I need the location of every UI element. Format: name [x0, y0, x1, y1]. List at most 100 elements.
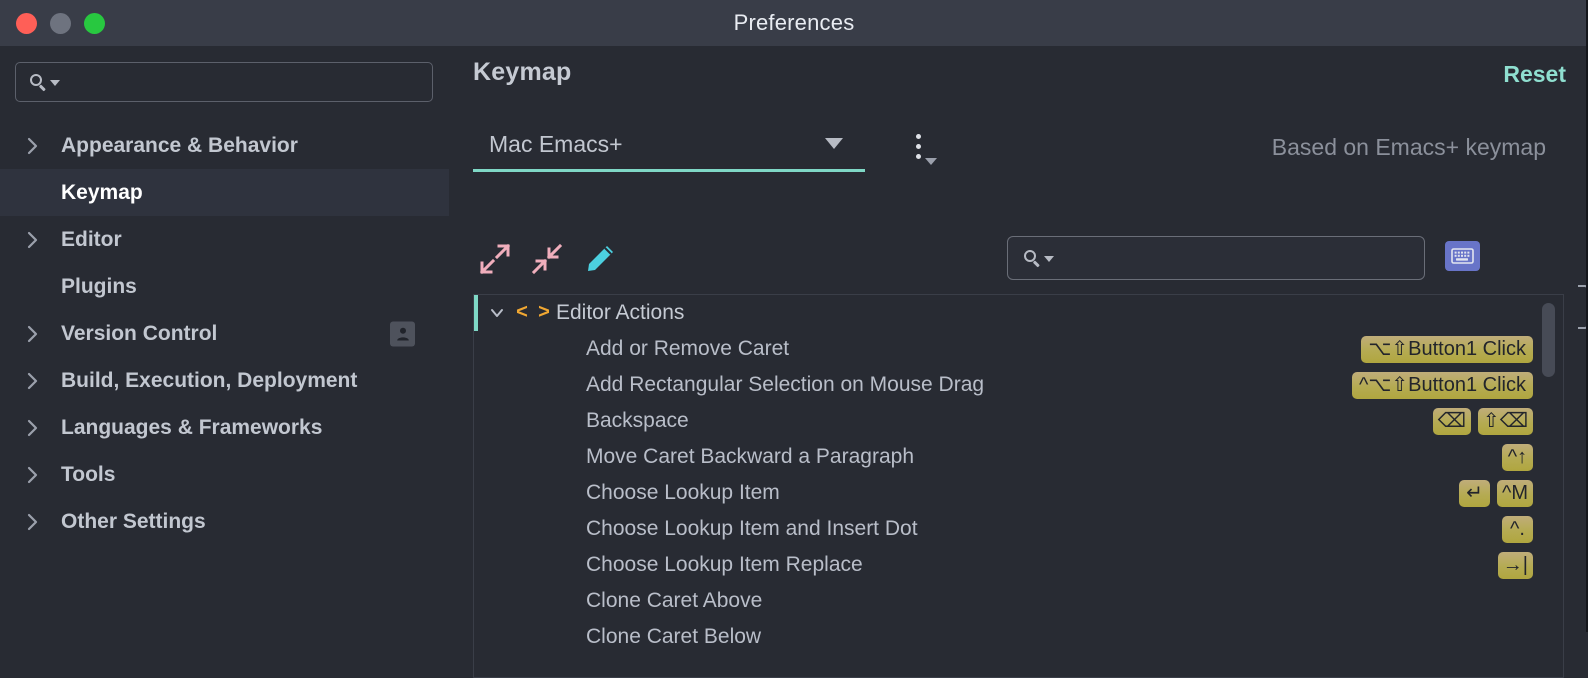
tree-action-row[interactable]: Add Rectangular Selection on Mouse Drag … — [474, 367, 1563, 403]
shortcut-badge[interactable]: ^. — [1502, 515, 1533, 543]
tree-action-row[interactable]: Choose Lookup Item Replace →| — [474, 547, 1563, 583]
chevron-right-icon[interactable] — [27, 466, 49, 484]
minimize-window-button[interactable] — [50, 12, 71, 34]
expand-all-icon[interactable] — [478, 242, 518, 282]
tree-row-shortcuts: ⌥⇧Button1 Click — [1361, 331, 1533, 367]
tree-group-row[interactable]: < > Editor Actions — [474, 295, 1563, 331]
traffic-light-controls — [16, 0, 105, 46]
chevron-down-icon — [925, 158, 937, 165]
page-title-wrap: Keymap — [473, 58, 571, 87]
edit-pencil-icon[interactable] — [583, 242, 623, 282]
shortcut-badge[interactable]: ^↑ — [1502, 443, 1533, 471]
kebab-dot-icon — [916, 134, 921, 139]
tree-action-row[interactable]: Backspace ⌫ ⇧⌫ — [474, 403, 1563, 439]
tree-action-row[interactable]: Choose Lookup Item and Insert Dot ^. — [474, 511, 1563, 547]
sidebar-item-languages-frameworks[interactable]: Languages & Frameworks — [0, 404, 449, 451]
tree-row-label: Choose Lookup Item — [586, 481, 780, 504]
shortcut-badge[interactable]: ⇧⌫ — [1477, 407, 1533, 435]
reset-button[interactable]: Reset — [1503, 61, 1566, 88]
keyboard-shortcut-filter-button[interactable] — [1445, 241, 1480, 271]
tree-action-row[interactable]: Clone Caret Below — [474, 619, 1563, 655]
keymap-search-input[interactable] — [1007, 236, 1425, 280]
tree-action-row[interactable]: Clone Caret Above — [474, 583, 1563, 619]
window-title: Preferences — [733, 10, 855, 35]
sidebar-item-label: Appearance & Behavior — [61, 133, 298, 157]
sidebar-item-label: Tools — [61, 462, 116, 486]
keymap-select[interactable]: Mac Emacs+ — [473, 120, 865, 172]
tree-row-shortcuts: ^↑ — [1502, 439, 1533, 475]
kebab-dot-icon — [916, 144, 921, 149]
shortcut-badge[interactable]: ^M — [1496, 479, 1533, 507]
sidebar-item-label: Version Control — [61, 321, 218, 345]
sidebar-item-label: Editor — [61, 227, 122, 251]
search-icon — [30, 73, 47, 91]
maximize-window-button[interactable] — [84, 12, 105, 34]
sidebar-item-other-settings[interactable]: Other Settings — [0, 498, 449, 545]
tree-row-shortcuts: ^. — [1502, 511, 1533, 547]
based-on-label: Based on Emacs+ keymap — [1271, 134, 1546, 160]
chevron-right-icon[interactable] — [27, 372, 49, 390]
tree-row-label: Choose Lookup Item and Insert Dot — [586, 517, 918, 540]
sidebar-item-editor[interactable]: Editor — [0, 216, 449, 263]
sidebar-item-tools[interactable]: Tools — [0, 451, 449, 498]
sidebar-search-input[interactable] — [15, 62, 433, 102]
tree-row-label: Add or Remove Caret — [586, 337, 790, 360]
chevron-right-icon[interactable] — [27, 137, 49, 155]
search-icon — [1024, 249, 1041, 267]
sidebar-item-version-control[interactable]: Version Control — [0, 310, 449, 357]
preferences-window: Preferences Appearance & Behavior Keymap — [0, 0, 1588, 678]
chevron-down-icon — [50, 80, 60, 86]
chevron-down-icon — [1044, 256, 1054, 262]
keymap-actions-tree[interactable]: < > Editor Actions Add or Remove Caret ⌥… — [473, 294, 1564, 678]
shortcut-badge[interactable]: ↵ — [1458, 479, 1490, 507]
tree-rows: < > Editor Actions Add or Remove Caret ⌥… — [474, 295, 1563, 655]
tree-row-label: Clone Caret Above — [586, 589, 763, 612]
tree-row-label: Clone Caret Below — [586, 625, 762, 648]
page-title: Keymap — [473, 58, 572, 86]
chevron-down-icon[interactable] — [489, 306, 505, 320]
tree-action-row[interactable]: Move Caret Backward a Paragraph ^↑ — [474, 439, 1563, 475]
tree-row-label: Move Caret Backward a Paragraph — [586, 445, 914, 468]
collapse-all-icon[interactable] — [530, 242, 570, 282]
sidebar-item-label: Build, Execution, Deployment — [61, 368, 358, 392]
sidebar-item-label: Languages & Frameworks — [61, 415, 323, 439]
chevron-right-icon[interactable] — [27, 325, 49, 343]
kebab-dot-icon — [916, 154, 921, 159]
shortcut-badge[interactable]: ⌥⇧Button1 Click — [1361, 335, 1533, 363]
user-icon — [390, 321, 415, 346]
close-window-button[interactable] — [16, 12, 37, 34]
code-brackets-icon: < > — [516, 302, 550, 325]
shortcut-badge[interactable]: →| — [1497, 551, 1533, 579]
chevron-right-icon[interactable] — [27, 231, 49, 249]
tree-action-row[interactable]: Add or Remove Caret ⌥⇧Button1 Click — [474, 331, 1563, 367]
tree-row-shortcuts: ⌫ ⇧⌫ — [1432, 403, 1533, 439]
title-bar: Preferences — [0, 0, 1588, 46]
keymap-panel: Keymap Reset Mac Emacs+ Based on Emacs+ … — [449, 46, 1588, 678]
tree-row-shortcuts: →| — [1497, 547, 1533, 583]
tree-row-label: Editor Actions — [556, 301, 685, 324]
tree-row-label: Choose Lookup Item Replace — [586, 553, 863, 576]
chevron-down-icon — [825, 138, 843, 149]
tree-action-row[interactable]: Choose Lookup Item ↵ ^M — [474, 475, 1563, 511]
sidebar-item-label: Keymap — [61, 180, 143, 204]
keymap-toolbar — [449, 232, 1588, 294]
sidebar-item-appearance-behavior[interactable]: Appearance & Behavior — [0, 122, 449, 169]
tree-row-shortcuts: ^⌥⇧Button1 Click — [1351, 367, 1533, 403]
sidebar-item-label: Other Settings — [61, 509, 206, 533]
tree-row-shortcuts: ↵ ^M — [1458, 475, 1533, 511]
sidebar-item-list: Appearance & Behavior Keymap Editor Plug… — [0, 122, 449, 545]
sidebar-item-label: Plugins — [61, 274, 137, 298]
chevron-right-icon[interactable] — [27, 419, 49, 437]
tree-row-label: Backspace — [586, 409, 689, 432]
sidebar-item-keymap[interactable]: Keymap — [0, 169, 449, 216]
keymap-select-value: Mac Emacs+ — [489, 131, 623, 157]
tree-row-label: Add Rectangular Selection on Mouse Drag — [586, 373, 985, 396]
sidebar-item-build-execution-deployment[interactable]: Build, Execution, Deployment — [0, 357, 449, 404]
keymap-options-menu-button[interactable] — [905, 128, 941, 168]
shortcut-badge[interactable]: ⌫ — [1432, 407, 1471, 435]
shortcut-badge[interactable]: ^⌥⇧Button1 Click — [1351, 371, 1533, 399]
sidebar-item-plugins[interactable]: Plugins — [0, 263, 449, 310]
chevron-right-icon[interactable] — [27, 513, 49, 531]
keymap-selector-row: Mac Emacs+ Based on Emacs+ keymap — [473, 120, 1568, 176]
keyboard-icon — [1451, 248, 1474, 264]
